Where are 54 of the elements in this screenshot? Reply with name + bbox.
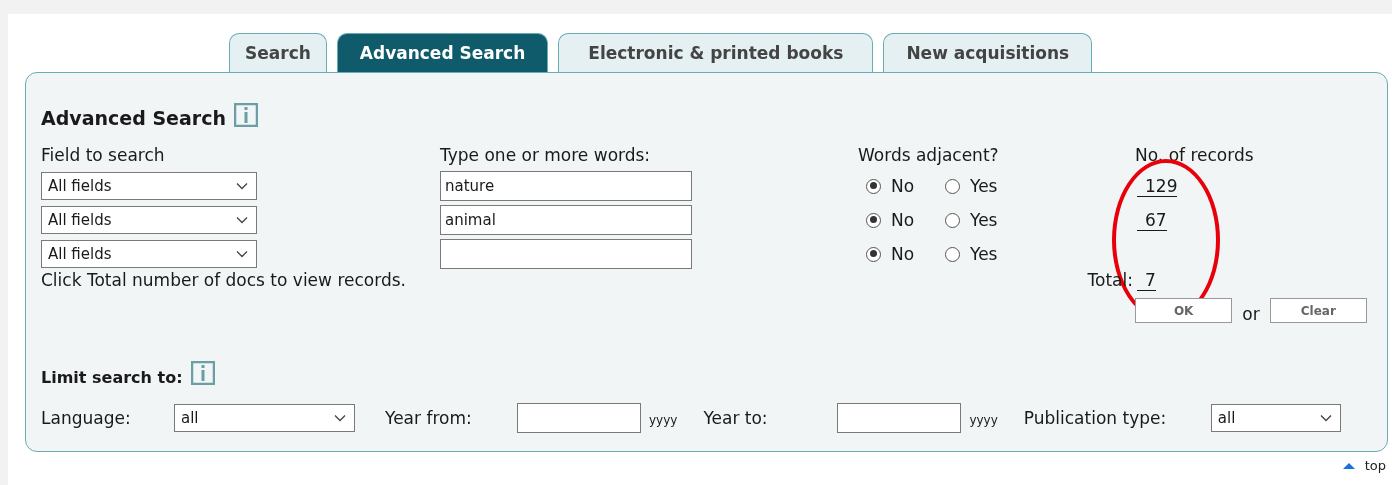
- caret-icon: [236, 250, 248, 258]
- info-icon[interactable]: [190, 361, 215, 385]
- instruction-text: Click Total number of docs to view records.: [41, 269, 407, 292]
- clear-button[interactable]: Clear: [1269, 298, 1367, 323]
- dropdown[interactable]: all: [1210, 404, 1341, 432]
- dropdown[interactable]: All fields: [41, 240, 257, 268]
- caret-icon: [236, 216, 248, 224]
- text-field[interactable]: animal: [440, 205, 692, 235]
- radio-button[interactable]: [945, 178, 960, 194]
- radio-label: Yes: [970, 210, 998, 230]
- radio-label: No: [891, 210, 916, 230]
- caret-icon: [1319, 414, 1332, 422]
- record-count-link[interactable]: 67: [1137, 209, 1167, 231]
- field-label: Language:: [41, 408, 132, 428]
- text-field[interactable]: [440, 239, 692, 269]
- radio-label: Yes: [970, 176, 998, 196]
- caret-icon: [236, 182, 248, 190]
- ok-button[interactable]: OK: [1135, 298, 1233, 323]
- column-header: Words adjacent?: [858, 144, 1000, 167]
- field-label: Publication type:: [1023, 408, 1168, 428]
- radio-label: No: [891, 176, 916, 196]
- total-count-link[interactable]: 7: [1137, 269, 1156, 291]
- dropdown[interactable]: All fields: [41, 206, 257, 234]
- year-field[interactable]: [837, 403, 962, 433]
- radio-button[interactable]: [866, 246, 881, 262]
- top-link[interactable]: top: [1342, 458, 1386, 473]
- format-hint: yyyy: [969, 413, 998, 427]
- field-label: Year from:: [385, 408, 473, 428]
- radio-button[interactable]: [945, 246, 960, 262]
- column-header: Type one or more words:: [440, 144, 652, 167]
- tab[interactable]: Search: [229, 33, 327, 72]
- text-field[interactable]: nature: [440, 171, 692, 201]
- radio-label: Yes: [970, 244, 998, 264]
- column-header: No. of records: [1135, 144, 1255, 167]
- dropdown[interactable]: All fields: [41, 172, 257, 200]
- up-arrow-icon: [1342, 462, 1355, 469]
- caret-icon: [334, 414, 346, 422]
- radio-button[interactable]: [866, 178, 881, 194]
- info-icon[interactable]: [233, 103, 258, 127]
- tab[interactable]: Electronic & printed books: [558, 33, 874, 72]
- record-count-link[interactable]: 129: [1137, 175, 1178, 197]
- radio-button[interactable]: [945, 212, 960, 228]
- column-header: Field to search: [41, 144, 166, 167]
- radio-label: No: [891, 244, 916, 264]
- tab[interactable]: New acquisitions: [883, 33, 1093, 72]
- section-title: Limit search to:: [41, 368, 183, 387]
- radio-button[interactable]: [866, 212, 881, 228]
- dropdown[interactable]: all: [174, 404, 355, 432]
- year-field[interactable]: [517, 403, 641, 433]
- tab[interactable]: Advanced Search: [336, 33, 549, 72]
- section-title: Advanced Search: [41, 107, 226, 129]
- field-label: Year to:: [703, 408, 769, 428]
- format-hint: yyyy: [649, 413, 678, 427]
- separator-text: or: [1242, 306, 1260, 323]
